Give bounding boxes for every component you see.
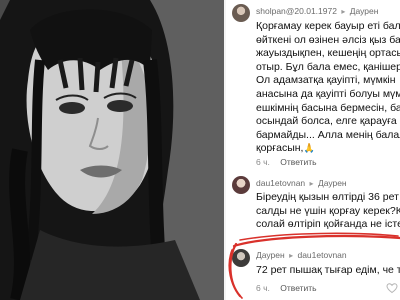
comment-line: анасына да қауіпті болуы мүмкін bbox=[256, 87, 400, 100]
comment-text: Біреудің қызын өлтірді 36 рет салды не ү… bbox=[256, 191, 400, 232]
reply-button[interactable]: Ответить bbox=[280, 157, 316, 167]
portrait-illustration bbox=[0, 0, 224, 300]
pray-emoji-icon: 🙏 bbox=[303, 143, 315, 154]
portrait-photo bbox=[0, 0, 224, 300]
heart-icon[interactable] bbox=[386, 282, 398, 294]
comment-line: отыр. Бұл бала емес, қанішер bbox=[256, 60, 400, 73]
comment-line: 72 рет пышақ тығар едім, че та bbox=[256, 264, 400, 276]
reply-target[interactable]: Даурен bbox=[350, 6, 379, 16]
comment-username-row: sholpan@20.01.1972 ▸ Даурен bbox=[256, 6, 378, 16]
comment-line: Қорғамау керек бауыр еті бала bbox=[256, 20, 400, 32]
comment-line: солай өлтіріп қойғанда не істе bbox=[256, 218, 400, 231]
comment-line: салды не үшін қорғау керек?К bbox=[256, 204, 400, 217]
username[interactable]: sholpan@20.01.1972 bbox=[256, 6, 337, 16]
comments-panel: sholpan@20.01.1972 ▸ Даурен Қорғамау кер… bbox=[226, 0, 400, 300]
comment-line: бармайды... Алла менің балал bbox=[256, 128, 400, 141]
comment-line: ешкімнің басына бермесін, ба bbox=[256, 101, 400, 114]
comment-meta: 6 ч. Ответить bbox=[256, 283, 317, 293]
comment-username-row: Даурен ▸ dau1etovnan bbox=[256, 250, 347, 260]
comment-line: жауыздықпен, кешеңің ортасында bbox=[256, 47, 400, 60]
comment-time: 6 ч. bbox=[256, 283, 270, 293]
comment-line: осындай болса, елге қарауға б bbox=[256, 115, 400, 128]
comment-username-row: dau1etovnan ▸ Даурен bbox=[256, 178, 347, 188]
comment-line: Ол адамзатқа қауіпті, мүмкін bbox=[256, 74, 396, 87]
comment-text: Қорғамау керек бауыр еті бала өйткені ол… bbox=[256, 20, 400, 156]
reply-arrow-icon: ▸ bbox=[309, 179, 314, 188]
username[interactable]: Даурен bbox=[256, 250, 285, 260]
username[interactable]: dau1etovnan bbox=[256, 178, 305, 188]
reply-arrow-icon: ▸ bbox=[341, 7, 346, 16]
reply-target[interactable]: dau1etovnan bbox=[297, 250, 346, 260]
avatar[interactable] bbox=[232, 4, 250, 22]
comment-line: қорғасын,🙏 bbox=[256, 142, 400, 156]
reply-button[interactable]: Ответить bbox=[280, 283, 316, 293]
comment-line-text: қорғасын bbox=[256, 142, 301, 155]
reply-arrow-icon: ▸ bbox=[289, 251, 294, 260]
comment-text: 72 рет пышақ тығар едім, че та bbox=[256, 264, 400, 278]
comment-meta: 6 ч. Ответить bbox=[256, 157, 317, 167]
avatar[interactable] bbox=[232, 176, 250, 194]
comment-line: өйткені ол өзінен әлсіз қыз бала bbox=[256, 33, 400, 46]
avatar[interactable] bbox=[232, 249, 250, 267]
comment-time: 6 ч. bbox=[256, 157, 270, 167]
reply-target[interactable]: Даурен bbox=[318, 178, 347, 188]
comment-line: Біреудің қызын өлтірді 36 рет bbox=[256, 191, 399, 203]
